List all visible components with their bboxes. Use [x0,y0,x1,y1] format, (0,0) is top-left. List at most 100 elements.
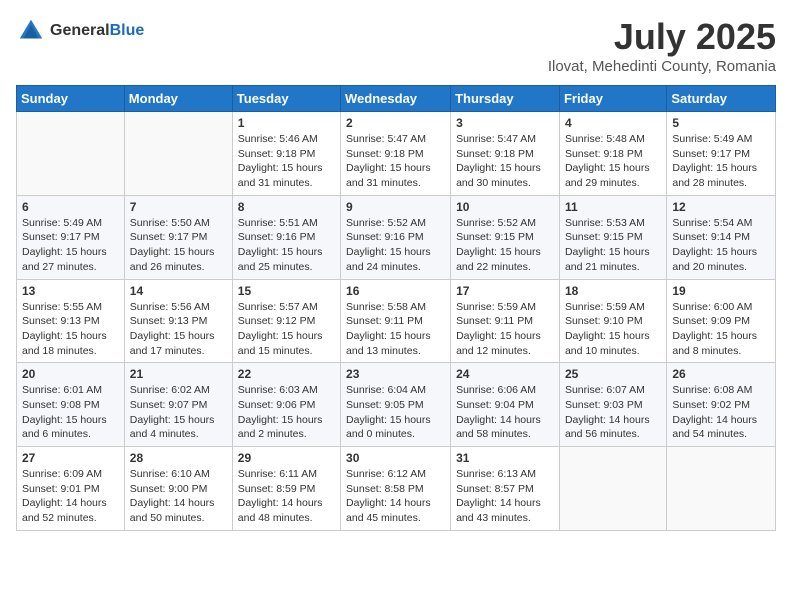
day-number: 22 [238,367,335,381]
day-number: 5 [672,116,770,130]
day-info: Sunrise: 5:46 AMSunset: 9:18 PMDaylight:… [238,132,335,191]
calendar-table: Sunday Monday Tuesday Wednesday Thursday… [16,85,776,531]
calendar-cell-w3-d2: 14Sunrise: 5:56 AMSunset: 9:13 PMDayligh… [124,279,232,363]
calendar-cell-w4-d6: 25Sunrise: 6:07 AMSunset: 9:03 PMDayligh… [559,363,666,447]
day-info: Sunrise: 5:59 AMSunset: 9:10 PMDaylight:… [565,300,661,359]
day-info: Sunrise: 5:52 AMSunset: 9:16 PMDaylight:… [346,216,445,275]
calendar-cell-w3-d1: 13Sunrise: 5:55 AMSunset: 9:13 PMDayligh… [17,279,125,363]
day-number: 4 [565,116,661,130]
title-area: July 2025 Ilovat, Mehedinti County, Roma… [548,16,776,75]
calendar-cell-w5-d6 [559,447,666,531]
day-number: 24 [456,367,554,381]
day-number: 29 [238,451,335,465]
day-number: 31 [456,451,554,465]
day-info: Sunrise: 5:59 AMSunset: 9:11 PMDaylight:… [456,300,554,359]
day-info: Sunrise: 5:57 AMSunset: 9:12 PMDaylight:… [238,300,335,359]
day-number: 6 [22,200,119,214]
calendar-cell-w5-d4: 30 Sunrise: 6:12 AMSunset: 8:58 PMDayligh… [341,447,451,531]
day-info: Sunrise: 6:11 AMSunset: 8:59 PMDaylight:… [238,467,335,526]
calendar-cell-w4-d4: 23 Sunrise: 6:04 AMSunset: 9:05 PMDayligh… [341,363,451,447]
day-number: 10 [456,200,554,214]
day-info: Sunrise: 5:49 AMSunset: 9:17 PMDaylight:… [22,216,119,275]
day-info: Sunrise: 5:52 AMSunset: 9:15 PMDaylight:… [456,216,554,275]
day-number: 30 [346,451,445,465]
logo: General Blue [16,16,144,46]
calendar-cell-w1-d5: 3 Sunrise: 5:47 AMSunset: 9:18 PMDaylight… [451,112,560,196]
header-wednesday: Wednesday [341,86,451,112]
day-info: Sunrise: 5:47 AMSunset: 9:18 PMDaylight:… [346,132,445,191]
day-number: 1 [238,116,335,130]
calendar-cell-w1-d6: 4 Sunrise: 5:48 AMSunset: 9:18 PMDaylight… [559,112,666,196]
day-number: 28 [130,451,227,465]
calendar-cell-w2-d5: 10 Sunrise: 5:52 AMSunset: 9:15 PMDayligh… [451,195,560,279]
day-info: Sunrise: 6:06 AMSunset: 9:04 PMDaylight:… [456,383,554,442]
day-number: 18 [565,284,661,298]
calendar-cell-w1-d7: 5 Sunrise: 5:49 AMSunset: 9:17 PMDaylight… [667,112,776,196]
calendar-cell-w3-d6: 18 Sunrise: 5:59 AMSunset: 9:10 PMDayligh… [559,279,666,363]
day-info: Sunrise: 6:12 AMSunset: 8:58 PMDaylight:… [346,467,445,526]
day-number: 2 [346,116,445,130]
calendar-cell-w3-d5: 17 Sunrise: 5:59 AMSunset: 9:11 PMDayligh… [451,279,560,363]
day-number: 17 [456,284,554,298]
day-info: Sunrise: 6:03 AMSunset: 9:06 PMDaylight:… [238,383,335,442]
header-thursday: Thursday [451,86,560,112]
day-info: Sunrise: 5:53 AMSunset: 9:15 PMDaylight:… [565,216,661,275]
day-number: 19 [672,284,770,298]
logo-text: General Blue [50,22,144,40]
day-info: Sunrise: 6:02 AMSunset: 9:07 PMDaylight:… [130,383,227,442]
calendar-cell-w5-d3: 29 Sunrise: 6:11 AMSunset: 8:59 PMDayligh… [232,447,340,531]
calendar-cell-w3-d7: 19 Sunrise: 6:00 AMSunset: 9:09 PMDayligh… [667,279,776,363]
day-info: Sunrise: 5:54 AMSunset: 9:14 PMDaylight:… [672,216,770,275]
day-number: 25 [565,367,661,381]
day-info: Sunrise: 6:00 AMSunset: 9:09 PMDaylight:… [672,300,770,359]
day-info: Sunrise: 6:04 AMSunset: 9:05 PMDaylight:… [346,383,445,442]
calendar-week-2: 6 Sunrise: 5:49 AMSunset: 9:17 PMDaylight… [17,195,776,279]
day-number: 26 [672,367,770,381]
day-number: 3 [456,116,554,130]
calendar-cell-w2-d3: 8Sunrise: 5:51 AMSunset: 9:16 PMDaylight… [232,195,340,279]
day-info: Sunrise: 6:13 AMSunset: 8:57 PMDaylight:… [456,467,554,526]
page-header: General Blue July 2025 Ilovat, Mehedinti… [16,16,776,75]
day-number: 21 [130,367,227,381]
day-info: Sunrise: 6:08 AMSunset: 9:02 PMDaylight:… [672,383,770,442]
day-info: Sunrise: 5:47 AMSunset: 9:18 PMDaylight:… [456,132,554,191]
calendar-cell-w4-d5: 24 Sunrise: 6:06 AMSunset: 9:04 PMDayligh… [451,363,560,447]
calendar-cell-w2-d2: 7Sunrise: 5:50 AMSunset: 9:17 PMDaylight… [124,195,232,279]
calendar-cell-w4-d7: 26 Sunrise: 6:08 AMSunset: 9:02 PMDayligh… [667,363,776,447]
calendar-cell-w4-d1: 20 Sunrise: 6:01 AMSunset: 9:08 PMDayligh… [17,363,125,447]
day-number: 27 [22,451,119,465]
header-monday: Monday [124,86,232,112]
calendar-week-1: 1 Sunrise: 5:46 AMSunset: 9:18 PMDaylight… [17,112,776,196]
day-number: 20 [22,367,119,381]
day-number: 12 [672,200,770,214]
month-title: July 2025 [548,16,776,58]
logo-blue: Blue [110,22,145,40]
day-number: 16 [346,284,445,298]
day-number: 15 [238,284,335,298]
calendar-cell-w5-d7 [667,447,776,531]
calendar-cell-w5-d2: 28 Sunrise: 6:10 AMSunset: 9:00 PMDayligh… [124,447,232,531]
location-title: Ilovat, Mehedinti County, Romania [548,58,776,75]
calendar-week-3: 13Sunrise: 5:55 AMSunset: 9:13 PMDayligh… [17,279,776,363]
day-info: Sunrise: 5:56 AMSunset: 9:13 PMDaylight:… [130,300,227,359]
day-info: Sunrise: 5:55 AMSunset: 9:13 PMDaylight:… [22,300,119,359]
calendar-cell-w5-d5: 31 Sunrise: 6:13 AMSunset: 8:57 PMDayligh… [451,447,560,531]
day-info: Sunrise: 6:09 AMSunset: 9:01 PMDaylight:… [22,467,119,526]
calendar-week-4: 20 Sunrise: 6:01 AMSunset: 9:08 PMDayligh… [17,363,776,447]
day-info: Sunrise: 6:10 AMSunset: 9:00 PMDaylight:… [130,467,227,526]
calendar-header-row: Sunday Monday Tuesday Wednesday Thursday… [17,86,776,112]
calendar-cell-w2-d4: 9Sunrise: 5:52 AMSunset: 9:16 PMDaylight… [341,195,451,279]
calendar-cell-w2-d1: 6 Sunrise: 5:49 AMSunset: 9:17 PMDaylight… [17,195,125,279]
header-friday: Friday [559,86,666,112]
calendar-cell-w1-d3: 1 Sunrise: 5:46 AMSunset: 9:18 PMDaylight… [232,112,340,196]
header-saturday: Saturday [667,86,776,112]
day-info: Sunrise: 5:49 AMSunset: 9:17 PMDaylight:… [672,132,770,191]
calendar-cell-w3-d4: 16Sunrise: 5:58 AMSunset: 9:11 PMDayligh… [341,279,451,363]
day-number: 8 [238,200,335,214]
calendar-cell-w4-d2: 21 Sunrise: 6:02 AMSunset: 9:07 PMDayligh… [124,363,232,447]
day-number: 23 [346,367,445,381]
day-info: Sunrise: 6:01 AMSunset: 9:08 PMDaylight:… [22,383,119,442]
day-info: Sunrise: 5:50 AMSunset: 9:17 PMDaylight:… [130,216,227,275]
day-info: Sunrise: 5:48 AMSunset: 9:18 PMDaylight:… [565,132,661,191]
calendar-cell-w1-d2 [124,112,232,196]
